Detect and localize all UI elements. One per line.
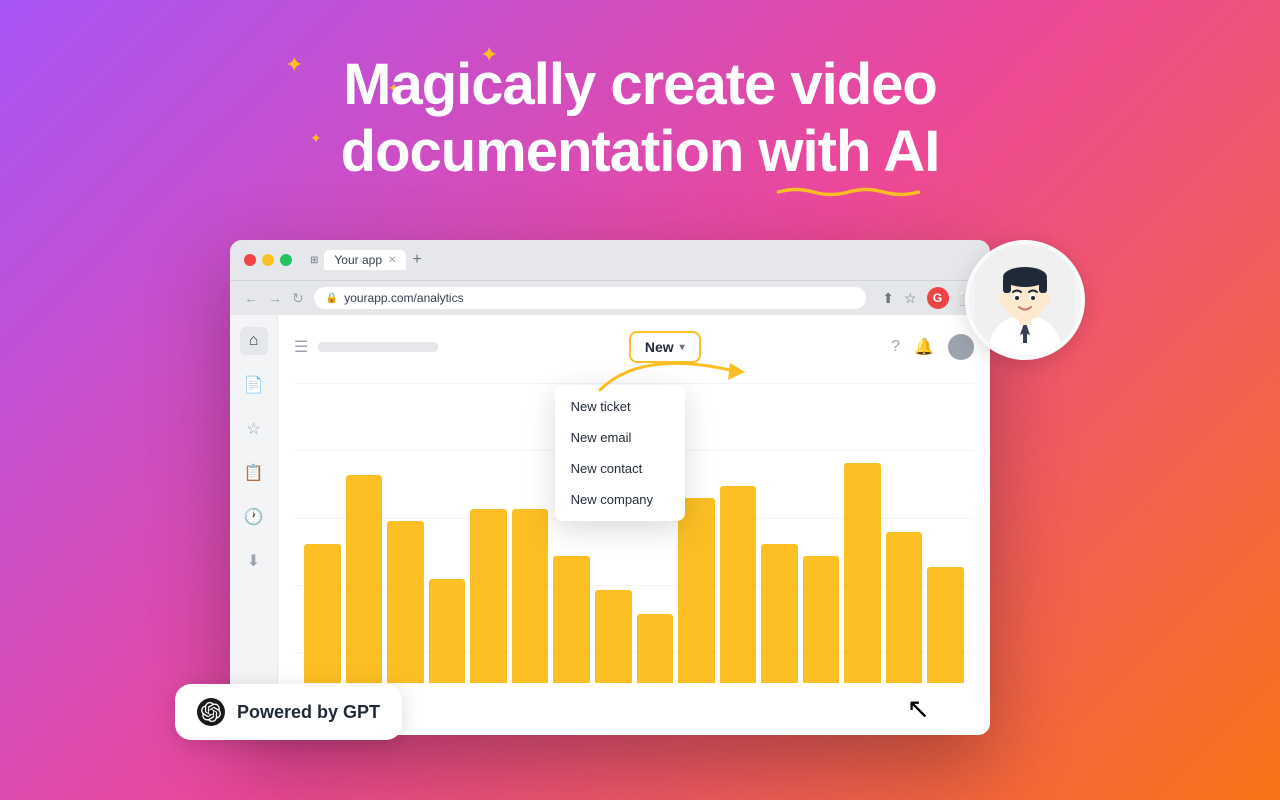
bell-icon[interactable]: 🔔 <box>914 337 934 357</box>
person-illustration <box>965 240 1085 360</box>
traffic-lights <box>244 254 292 266</box>
maximize-button[interactable] <box>280 254 292 266</box>
chart-bar <box>387 521 424 683</box>
chart-bar <box>678 498 715 683</box>
cursor-icon: ↖ <box>907 692 930 725</box>
chart-bar <box>429 579 466 683</box>
address-text: yourapp.com/analytics <box>344 291 463 305</box>
topbar-left: ☰ <box>294 337 438 357</box>
dropdown-item-email[interactable]: New email <box>555 422 685 453</box>
sidebar-star-icon[interactable]: ☆ <box>240 415 268 443</box>
chart-bar <box>927 567 964 683</box>
topbar: ☰ New ▾ New ticket New email New contact <box>294 331 974 363</box>
close-button[interactable] <box>244 254 256 266</box>
chart-bar <box>595 590 632 683</box>
sparkle-4: ✦ <box>310 130 322 147</box>
dropdown-menu: New ticket New email New contact New com… <box>555 385 685 521</box>
chart-bar <box>761 544 798 683</box>
gpt-badge: Powered by GPT <box>175 684 402 740</box>
forward-button[interactable]: → <box>268 290 282 306</box>
app-layout: ⌂ 📄 ☆ 📋 🕐 ⬇ ☰ New <box>230 315 990 735</box>
hero-title: Magically create video documentation wit… <box>341 52 940 185</box>
browser-wrapper: ⊞ Your app ✕ + ← → ↻ 🔒 yourapp.com/analy… <box>230 240 990 735</box>
person-avatar <box>965 240 1085 360</box>
topbar-icons: ? 🔔 <box>891 334 974 360</box>
tab-area: ⊞ Your app ✕ + <box>310 250 422 270</box>
tab-grid-icon: ⊞ <box>310 255 318 266</box>
minimize-button[interactable] <box>262 254 274 266</box>
dropdown-item-company[interactable]: New company <box>555 484 685 515</box>
new-button[interactable]: New ▾ <box>629 331 701 363</box>
chart-bar <box>346 475 383 683</box>
help-icon[interactable]: ? <box>891 338 900 356</box>
chart-bar <box>803 556 840 683</box>
new-button-wrapper: New ▾ New ticket New email New contact N… <box>629 331 701 363</box>
sparkle-1: ✦ <box>285 52 303 78</box>
active-tab[interactable]: Your app ✕ <box>324 250 406 270</box>
back-button[interactable]: ← <box>244 290 258 306</box>
sidebar-clipboard-icon[interactable]: 📋 <box>240 459 268 487</box>
bookmark-icon[interactable]: ☆ <box>904 290 917 307</box>
browser-titlebar: ⊞ Your app ✕ + <box>230 240 990 281</box>
grid-line <box>294 383 974 384</box>
chart-bar <box>553 556 590 683</box>
new-button-label: New <box>645 339 674 355</box>
lock-icon: 🔒 <box>326 293 338 304</box>
sidebar-home-icon[interactable]: ⌂ <box>240 327 268 355</box>
chevron-down-icon: ▾ <box>680 342 685 353</box>
gpt-logo <box>197 698 225 726</box>
hero-line1: Magically create video <box>343 52 937 117</box>
dropdown-item-contact[interactable]: New contact <box>555 453 685 484</box>
tab-close-icon[interactable]: ✕ <box>388 255 396 266</box>
dropdown-item-ticket[interactable]: New ticket <box>555 391 685 422</box>
browser-addressbar: ← → ↻ 🔒 yourapp.com/analytics ⬆ ☆ G ⬜ <box>230 281 990 315</box>
tab-label-text: Your app <box>334 253 382 267</box>
sidebar-clock-icon[interactable]: 🕐 <box>240 503 268 531</box>
chart-bar <box>844 463 881 683</box>
hamburger-icon[interactable]: ☰ <box>294 337 308 357</box>
share-icon[interactable]: ⬆ <box>882 290 894 307</box>
sidebar-download-icon[interactable]: ⬇ <box>240 547 268 575</box>
sidebar: ⌂ 📄 ☆ 📋 🕐 ⬇ <box>230 315 278 735</box>
chart-bar <box>470 509 507 683</box>
hero-line2: documentation with AI <box>341 119 940 184</box>
chart-bar <box>637 614 674 683</box>
sidebar-document-icon[interactable]: 📄 <box>240 371 268 399</box>
refresh-button[interactable]: ↻ <box>292 290 304 307</box>
chart-bar <box>720 486 757 683</box>
main-content: ☰ New ▾ New ticket New email New contact <box>278 315 990 735</box>
hero-section: Magically create video documentation wit… <box>341 52 940 185</box>
chart-bar <box>304 544 341 683</box>
address-field[interactable]: 🔒 yourapp.com/analytics <box>314 287 867 309</box>
browser-window: ⊞ Your app ✕ + ← → ↻ 🔒 yourapp.com/analy… <box>230 240 990 735</box>
hero-highlight: with AI <box>758 119 939 186</box>
profile-icon[interactable]: G <box>927 287 949 309</box>
gpt-badge-label: Powered by GPT <box>237 702 380 723</box>
page-title-placeholder <box>318 342 438 352</box>
chart-bar <box>512 509 549 683</box>
new-tab-icon[interactable]: + <box>412 251 421 269</box>
chart-bar <box>886 532 923 683</box>
browser-actions: ⬆ ☆ G ⬜ <box>882 287 976 309</box>
